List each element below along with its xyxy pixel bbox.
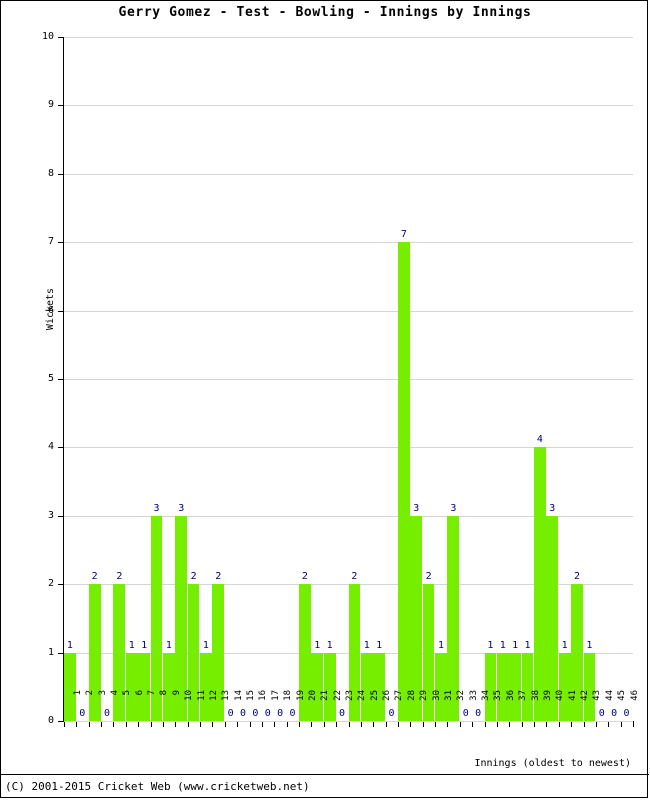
x-axis-tick-label: 19 bbox=[295, 690, 306, 701]
bar bbox=[534, 447, 546, 721]
x-axis-tick-label: 2 bbox=[85, 690, 96, 696]
bar bbox=[397, 242, 410, 721]
x-axis-tick-label: 37 bbox=[518, 690, 529, 701]
bar-value-label: 1 bbox=[165, 639, 172, 651]
x-axis-tick-label: 8 bbox=[159, 690, 170, 696]
bar-value-label: 1 bbox=[141, 639, 148, 651]
bar-value-label: 2 bbox=[301, 571, 308, 583]
x-axis-tick-label: 3 bbox=[97, 690, 108, 696]
bar-value-label: 7 bbox=[400, 229, 407, 241]
x-axis-tick-label: 14 bbox=[233, 690, 244, 701]
x-axis-tick-label: 29 bbox=[419, 690, 430, 701]
x-axis-tick-label: 44 bbox=[604, 690, 615, 701]
x-axis-tick-label: 16 bbox=[258, 690, 269, 701]
gridline bbox=[64, 310, 633, 312]
x-axis-tick-label: 18 bbox=[283, 690, 294, 701]
x-axis-tick-label: 7 bbox=[147, 690, 158, 696]
x-axis-tick-label: 30 bbox=[431, 690, 442, 701]
x-axis-tick-label: 39 bbox=[542, 690, 553, 701]
x-axis-tick-label: 36 bbox=[505, 690, 516, 701]
x-axis-tick-label: 6 bbox=[134, 690, 145, 696]
x-axis-tick-label: 5 bbox=[122, 690, 133, 696]
y-axis-tick-label: 7 bbox=[47, 236, 54, 248]
x-axis-tick-label: 10 bbox=[184, 690, 195, 701]
page-title: Gerry Gomez - Test - Bowling - Innings b… bbox=[118, 5, 532, 20]
x-axis-tick-label: 17 bbox=[270, 690, 281, 701]
y-axis-tick-label: 8 bbox=[47, 167, 54, 179]
y-axis-tick-label: 2 bbox=[47, 578, 54, 590]
bar-value-label: 3 bbox=[450, 502, 457, 514]
footer-copyright: (C) 2001-2015 Cricket Web (www.cricketwe… bbox=[5, 780, 310, 793]
x-axis-tick-label: 26 bbox=[382, 690, 393, 701]
bar-value-label: 3 bbox=[153, 502, 160, 514]
plot-area: 1020211313212000000211021107321300111143… bbox=[64, 37, 633, 722]
x-axis-tick-label: 22 bbox=[332, 690, 343, 701]
chart-page: Gerry Gomez - Test - Bowling - Innings b… bbox=[0, 0, 649, 798]
x-axis-tick-label: 45 bbox=[617, 690, 628, 701]
x-axis-tick-label: 27 bbox=[394, 690, 405, 701]
gridline bbox=[64, 447, 633, 449]
bar-value-label: 3 bbox=[178, 502, 185, 514]
bar-value-label: 2 bbox=[351, 571, 358, 583]
x-axis-tick-label: 23 bbox=[345, 690, 355, 701]
bar-value-label: 1 bbox=[586, 639, 593, 651]
bar-value-label: 2 bbox=[215, 571, 222, 583]
bar-value-label: 1 bbox=[524, 639, 531, 651]
bar-value-label: 1 bbox=[66, 639, 73, 651]
y-axis-tick-label: 3 bbox=[47, 509, 54, 521]
x-axis-tick-label: 34 bbox=[481, 690, 492, 701]
x-axis-tick bbox=[64, 722, 65, 727]
gridline bbox=[64, 105, 633, 107]
gridline bbox=[64, 173, 633, 175]
x-axis-tick-label: 31 bbox=[443, 690, 454, 701]
bar-value-label: 1 bbox=[437, 639, 444, 651]
x-axis-tick-label: 11 bbox=[196, 690, 207, 701]
y-axis-tick-label: 0 bbox=[47, 715, 54, 726]
bar-value-label: 2 bbox=[425, 571, 432, 583]
x-axis-tick-label: 1 bbox=[72, 690, 83, 696]
y-axis-label: Wickets bbox=[45, 287, 56, 331]
gridline bbox=[64, 242, 633, 244]
gridline bbox=[64, 37, 633, 38]
gridline bbox=[64, 379, 633, 380]
y-axis-tick-label: 9 bbox=[47, 99, 54, 111]
bar-value-label: 2 bbox=[91, 571, 98, 583]
x-axis-tick-label: 42 bbox=[580, 690, 591, 701]
x-axis-tick-label: 32 bbox=[456, 690, 467, 701]
x-axis-tick-label: 13 bbox=[221, 690, 232, 701]
footer-divider bbox=[1, 774, 649, 775]
x-axis-tick-label: 40 bbox=[555, 690, 566, 701]
bar-value-label: 2 bbox=[190, 571, 197, 583]
y-axis-tick-label: 4 bbox=[47, 441, 54, 453]
x-axis-tick-label: 35 bbox=[493, 690, 504, 701]
x-axis-label: Innings (oldest to newest) bbox=[474, 758, 631, 769]
x-axis-tick-label: 9 bbox=[171, 690, 182, 696]
x-axis-tick-label: 4 bbox=[109, 690, 120, 696]
y-axis-tick-label: 1 bbox=[47, 646, 54, 658]
bar-value-label: 3 bbox=[549, 502, 556, 514]
x-axis-tick-label: 43 bbox=[592, 690, 603, 701]
x-axis-tick-label: 46 bbox=[629, 690, 640, 701]
bar-value-label: 2 bbox=[116, 571, 123, 583]
bar-value-label: 1 bbox=[202, 639, 209, 651]
bar-value-label: 2 bbox=[574, 571, 581, 583]
x-axis-tick-label: 33 bbox=[468, 690, 479, 701]
x-axis-tick-label: 25 bbox=[369, 690, 380, 701]
x-axis-tick-label: 15 bbox=[246, 690, 257, 701]
x-axis-tick-label: 28 bbox=[406, 690, 417, 701]
bar-value-label: 1 bbox=[326, 639, 333, 651]
x-axis-tick-label: 41 bbox=[567, 690, 578, 701]
x-axis-tick-label: 12 bbox=[208, 690, 219, 701]
y-axis-tick-label: 10 bbox=[41, 31, 54, 42]
bar-value-label: 4 bbox=[536, 434, 543, 446]
bar-value-label: 1 bbox=[561, 639, 568, 651]
bar-value-label: 3 bbox=[413, 502, 420, 514]
x-axis-tick-label: 20 bbox=[307, 690, 318, 701]
x-axis-tick-label: 24 bbox=[357, 690, 368, 701]
x-axis-tick-label: 38 bbox=[530, 690, 541, 701]
y-axis-tick-label: 5 bbox=[47, 373, 54, 384]
bar-value-label: 1 bbox=[376, 639, 383, 651]
x-axis-tick-label: 21 bbox=[320, 690, 331, 701]
